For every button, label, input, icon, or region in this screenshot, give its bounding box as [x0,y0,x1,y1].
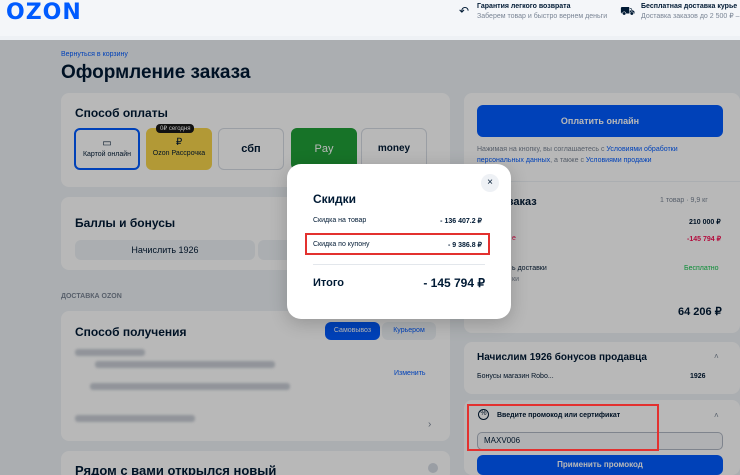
close-icon[interactable]: × [481,174,499,192]
free-delivery-subtitle: Доставка заказов до 2 500 ₽ – [641,13,740,20]
modal-title: Скидки [313,192,357,206]
modal-total-value: - 145 794 ₽ [423,276,485,290]
ozon-logo[interactable]: OZON [6,0,82,25]
free-delivery-title: Бесплатная доставка курье [641,3,738,10]
modal-total-label: Итого [313,277,345,289]
delivery-truck-icon: ⛟ [620,4,636,18]
item-discount-label: Скидка на товар [313,217,367,224]
guarantee-info[interactable]: Гарантия легкого возврата Заберем товар … [477,2,607,22]
guarantee-title: Гарантия легкого возврата [477,3,571,10]
modal-divider [313,264,485,265]
coupon-discount-value: - 9 386.8 ₽ [447,242,482,249]
item-discount-value: - 136 407.2 ₽ [440,218,482,225]
free-delivery-info[interactable]: Бесплатная доставка курье Доставка заказ… [641,2,740,22]
return-arrow-icon: ↶ [458,4,470,18]
coupon-discount-label: Скидка по купону [313,241,370,248]
guarantee-subtitle: Заберем товар и быстро вернем деньги [477,13,608,20]
promo-highlight-box [467,404,659,451]
